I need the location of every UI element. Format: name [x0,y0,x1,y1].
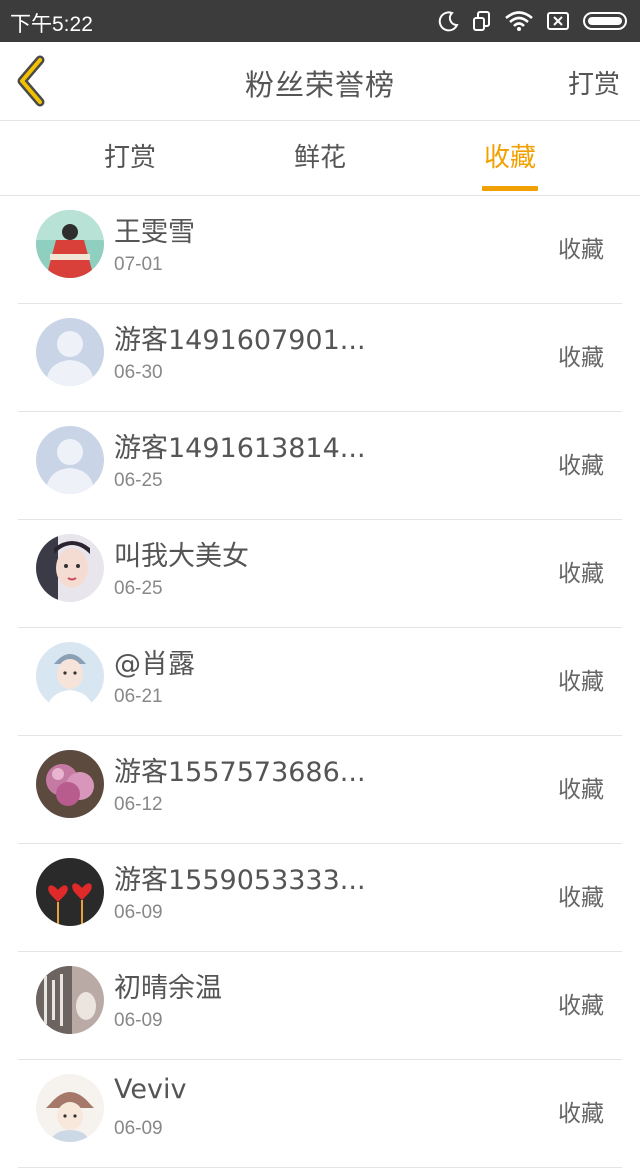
status-time: 下午5:22 [10,13,93,36]
page-title: 粉丝荣誉榜 [244,68,395,102]
fan-name: 游客1491607901... [114,325,366,356]
list-item[interactable]: 王雯雪 07-01 收藏 [18,196,622,304]
fan-date: 06-30 [114,362,163,383]
avatar [36,642,104,710]
header-bar: 粉丝荣誉榜 打赏 [0,42,640,121]
fan-date: 06-09 [114,1118,163,1139]
avatar [36,534,104,602]
fan-list: 王雯雪 07-01 收藏 游客1491607901... 06-30 收藏 游客… [0,196,640,1168]
tab-favorites-label: 收藏 [483,143,536,173]
list-item[interactable]: 游客1557573686... 06-12 收藏 [18,736,622,844]
battery-icon [583,12,627,30]
tab-favorites[interactable]: 收藏 [440,121,580,195]
list-item[interactable]: 游客1491607901... 06-30 收藏 [18,304,622,412]
avatar [36,966,104,1034]
fan-date: 06-09 [114,902,163,923]
fan-date: 06-25 [114,470,163,491]
avatar [36,1074,104,1142]
reward-button[interactable]: 打赏 [568,64,620,101]
favorite-label: 收藏 [558,237,604,263]
list-item[interactable]: 叫我大美女 06-25 收藏 [18,520,622,628]
favorite-label: 收藏 [558,561,604,587]
favorite-label: 收藏 [558,777,604,803]
fan-name: 王雯雪 [114,217,195,248]
list-item[interactable]: @肖露 06-21 收藏 [18,628,622,736]
list-item[interactable]: Veviv 06-09 收藏 [18,1060,622,1168]
avatar [36,210,104,278]
fan-date: 06-09 [114,1010,163,1031]
fan-name: @肖露 [114,649,195,680]
tab-reward[interactable]: 打赏 [60,121,200,195]
wifi-icon [505,11,533,31]
avatar [36,750,104,818]
fan-name: 初晴余温 [114,973,222,1004]
status-bar: 下午5:22 [0,0,640,42]
favorite-label: 收藏 [558,993,604,1019]
list-item[interactable]: 游客1559053333... 06-09 收藏 [18,844,622,952]
list-item[interactable]: 初晴余温 06-09 收藏 [18,952,622,1060]
avatar [36,426,104,494]
fan-name: Veviv [114,1074,187,1105]
fan-date: 07-01 [114,254,163,275]
avatar [36,858,104,926]
fan-date: 06-25 [114,578,163,599]
favorite-label: 收藏 [558,669,604,695]
favorite-label: 收藏 [558,345,604,371]
fan-name: 游客1491613814... [114,433,366,464]
tab-active-indicator [482,186,538,191]
fan-name: 游客1557573686... [114,757,366,788]
list-item[interactable]: 游客1491613814... 06-25 收藏 [18,412,622,520]
moon-icon [438,11,459,32]
rotate-icon [473,11,490,31]
avatar [36,318,104,386]
fan-name: 游客1559053333... [114,865,366,896]
favorite-label: 收藏 [558,1101,604,1127]
fan-date: 06-12 [114,794,163,815]
favorite-label: 收藏 [558,885,604,911]
tab-bar: 打赏 鲜花 收藏 [0,121,640,196]
fan-date: 06-21 [114,686,163,707]
sim-off-icon [547,12,569,30]
tab-flowers[interactable]: 鲜花 [250,121,390,195]
favorite-label: 收藏 [558,453,604,479]
fan-name: 叫我大美女 [114,541,249,572]
